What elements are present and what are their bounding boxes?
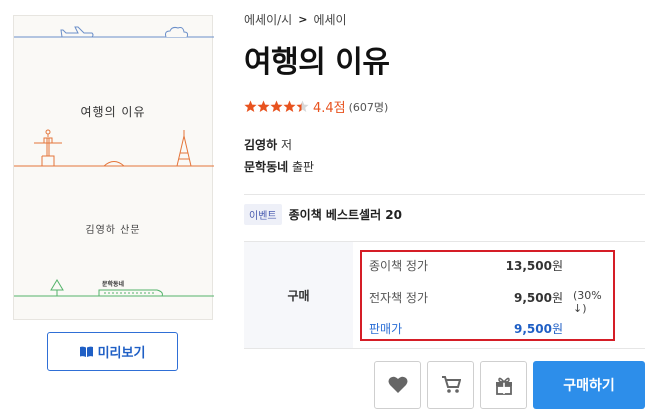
rating-count: (607명) xyxy=(348,100,389,114)
price-label: 종이책 정가 xyxy=(369,259,429,273)
publisher-line: 문학동네 출판 xyxy=(244,158,314,175)
preview-button-label: 미리보기 xyxy=(97,346,146,361)
wishlist-button[interactable] xyxy=(374,361,421,409)
event-row[interactable]: 이벤트 종이책 베스트셀러 20 xyxy=(244,204,402,225)
publisher-name[interactable]: 문학동네 xyxy=(244,160,288,174)
star-rating xyxy=(244,100,309,113)
divider xyxy=(244,348,645,349)
publisher-role: 출판 xyxy=(292,160,315,174)
breadcrumb: 에세이/시 > 에세이 xyxy=(244,11,347,28)
bridge-icon xyxy=(103,161,125,167)
cover-title: 여행의 이유 xyxy=(80,105,146,119)
author-line: 김영하 저 xyxy=(244,136,292,153)
star-icon xyxy=(257,100,270,112)
divider xyxy=(244,194,645,195)
breadcrumb-current[interactable]: 에세이 xyxy=(313,11,346,28)
author-role: 저 xyxy=(280,138,292,152)
chevron-right-icon: > xyxy=(298,13,308,26)
star-icon xyxy=(283,100,296,112)
open-book-icon xyxy=(79,346,93,357)
star-icon xyxy=(244,100,257,112)
discount-rate: (30% ↓) xyxy=(573,289,602,315)
gift-button[interactable] xyxy=(480,361,527,409)
price-value: 13,500원 xyxy=(505,259,563,273)
cover-publisher: 문학동네 xyxy=(101,281,125,288)
price-value: 9,500원 xyxy=(513,322,563,336)
cover-illustration xyxy=(14,26,214,297)
cart-button[interactable] xyxy=(427,361,474,409)
cover-author: 김영하 산문 xyxy=(85,225,141,236)
purchase-label: 구매 xyxy=(244,242,353,348)
statue-icon xyxy=(34,129,62,166)
preview-button[interactable]: 미리보기 xyxy=(47,332,178,371)
star-icon xyxy=(296,100,309,112)
event-text[interactable]: 종이책 베스트셀러 20 xyxy=(289,206,402,223)
event-badge: 이벤트 xyxy=(244,204,282,225)
price-label: 판매가 xyxy=(369,322,403,336)
heart-icon xyxy=(388,376,407,393)
star-icon xyxy=(270,100,283,112)
price-value: 9,500원 xyxy=(513,291,563,305)
eiffel-tower-icon xyxy=(176,130,192,167)
train-icon xyxy=(98,289,163,297)
price-label: 전자책 정가 xyxy=(369,291,429,305)
rating[interactable]: 4.4점 (607명) xyxy=(244,97,388,116)
rating-score: 4.4점 xyxy=(313,101,346,116)
cart-icon xyxy=(441,376,461,393)
book-cover[interactable]: 여행의 이유 김영하 산문 문학동네 xyxy=(13,15,214,320)
breadcrumb-parent[interactable]: 에세이/시 xyxy=(244,11,292,28)
page-title: 여행의 이유 xyxy=(244,45,390,80)
airplane-icon xyxy=(60,26,94,38)
author-name[interactable]: 김영하 xyxy=(244,138,277,152)
price-box: 종이책 정가 13,500원 전자책 정가 9,500원 (30% ↓) 판매가… xyxy=(360,250,615,341)
cloud-icon xyxy=(165,26,189,38)
gift-icon xyxy=(495,377,512,395)
buy-button[interactable]: 구매하기 xyxy=(533,361,645,409)
